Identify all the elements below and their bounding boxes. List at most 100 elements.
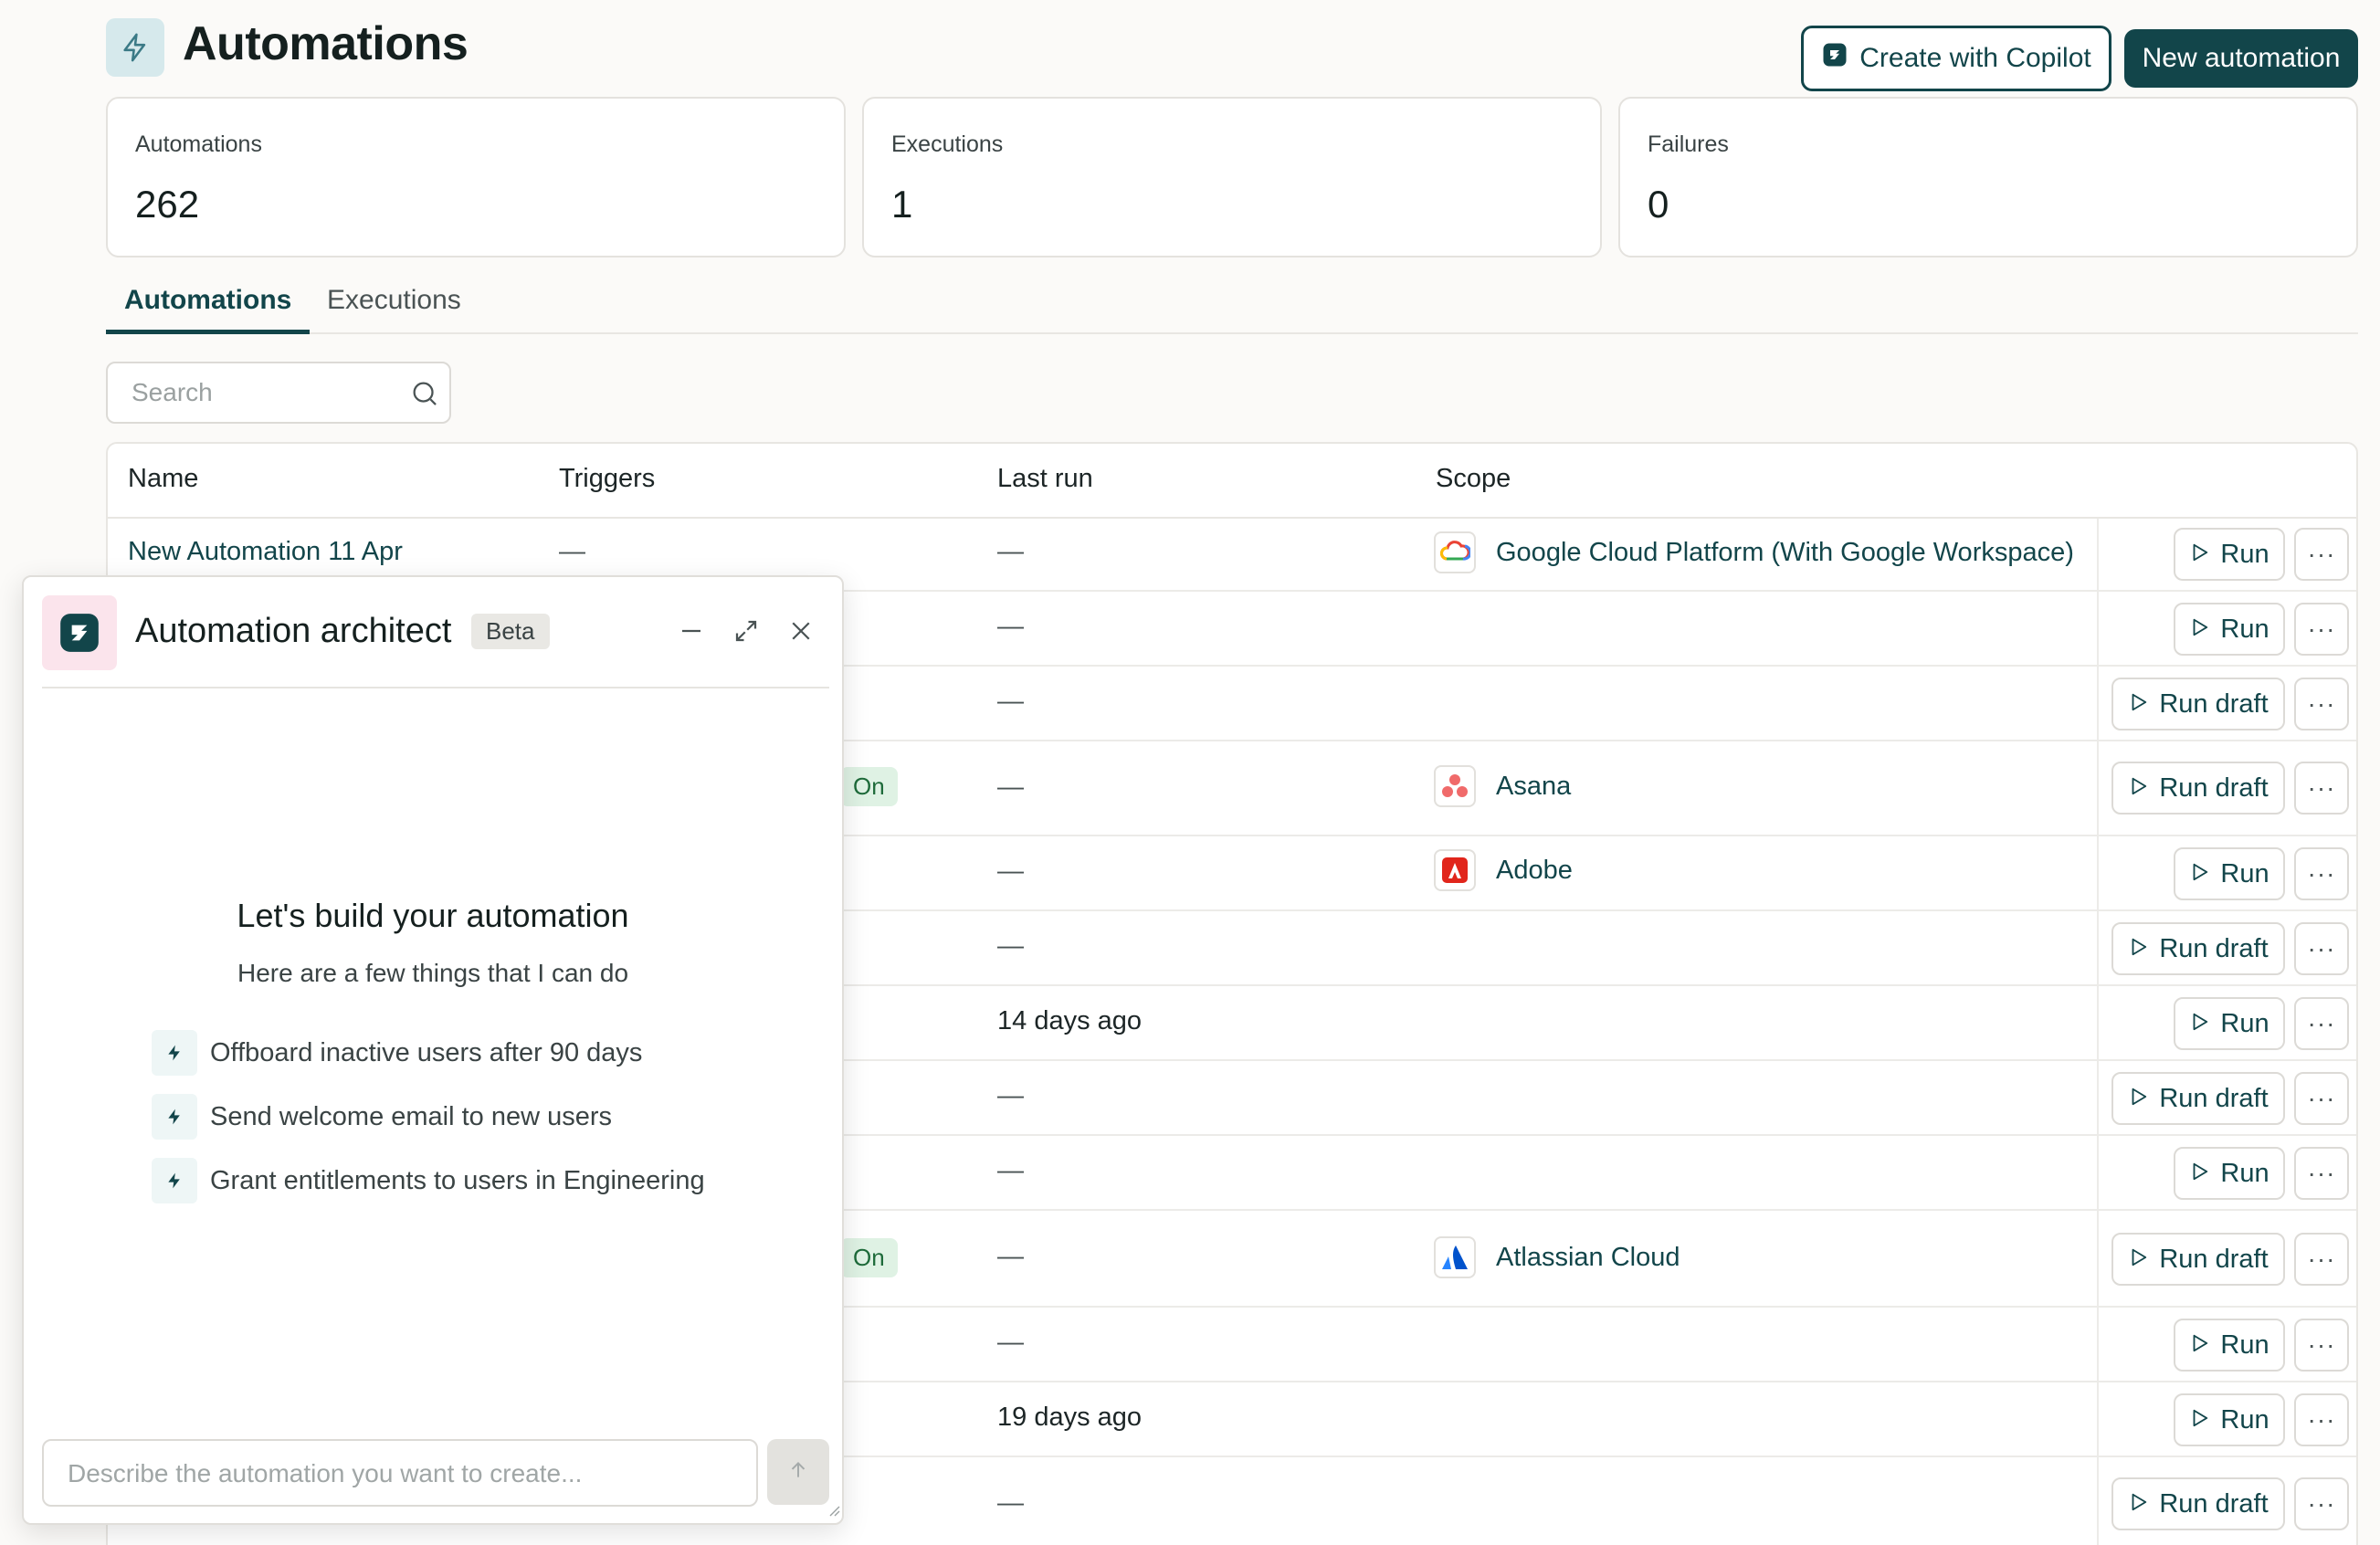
run-button-label: Run bbox=[2220, 539, 2269, 569]
run-button-label: Run draft bbox=[2159, 1488, 2269, 1519]
last-run-cell: — bbox=[997, 687, 1024, 716]
last-run-cell: — bbox=[997, 612, 1024, 641]
run-button-label: Run bbox=[2220, 614, 2269, 644]
composer-box bbox=[42, 1439, 758, 1507]
automation-prompt-input[interactable] bbox=[68, 1457, 725, 1490]
more-actions-button[interactable]: ··· bbox=[2294, 997, 2349, 1050]
play-icon bbox=[2128, 1084, 2148, 1114]
more-actions-button[interactable]: ··· bbox=[2294, 678, 2349, 730]
tab-bar: Automations Executions bbox=[106, 285, 2358, 334]
column-header-last-run[interactable]: Last run bbox=[997, 464, 1093, 494]
column-header-name[interactable]: Name bbox=[128, 464, 198, 494]
trigger-status-badge: On bbox=[840, 1238, 898, 1277]
play-icon bbox=[2189, 540, 2209, 570]
lightning-icon bbox=[152, 1158, 197, 1203]
run-draft-button[interactable]: Run draft bbox=[2111, 922, 2285, 975]
panel-divider bbox=[42, 687, 829, 688]
last-run-cell: — bbox=[997, 1488, 1024, 1518]
run-button[interactable]: Run bbox=[2174, 847, 2285, 900]
suggestion-item[interactable]: Offboard inactive users after 90 days bbox=[152, 1030, 642, 1076]
run-button[interactable]: Run bbox=[2174, 1319, 2285, 1372]
beta-badge: Beta bbox=[471, 614, 550, 649]
run-button[interactable]: Run bbox=[2174, 603, 2285, 656]
resize-handle-icon[interactable] bbox=[826, 1502, 840, 1521]
more-actions-button[interactable]: ··· bbox=[2294, 528, 2349, 581]
run-button-label: Run bbox=[2220, 1158, 2269, 1188]
run-button-label: Run draft bbox=[2159, 772, 2269, 803]
trigger-status-badge: On bbox=[840, 767, 898, 806]
suggestion-label: Send welcome email to new users bbox=[210, 1101, 613, 1131]
stat-value: 1 bbox=[891, 183, 913, 226]
more-actions-button[interactable]: ··· bbox=[2294, 603, 2349, 656]
run-button-label: Run draft bbox=[2159, 1083, 2269, 1113]
scope-cell[interactable]: Asana bbox=[1434, 765, 1571, 807]
stat-card-executions: Executions 1 bbox=[862, 97, 1602, 258]
more-actions-button[interactable]: ··· bbox=[2294, 1147, 2349, 1200]
run-button-label: Run bbox=[2220, 858, 2269, 888]
play-icon bbox=[2189, 615, 2209, 645]
more-actions-button[interactable]: ··· bbox=[2294, 1393, 2349, 1446]
lightning-icon bbox=[152, 1094, 197, 1140]
run-draft-button[interactable]: Run draft bbox=[2111, 678, 2285, 730]
run-button-label: Run bbox=[2220, 1008, 2269, 1038]
new-automation-button[interactable]: New automation bbox=[2124, 29, 2358, 88]
column-header-triggers[interactable]: Triggers bbox=[559, 464, 655, 494]
copilot-logo-icon bbox=[42, 595, 117, 670]
tab-executions[interactable]: Executions bbox=[309, 285, 479, 334]
play-icon bbox=[2128, 934, 2148, 964]
run-button[interactable]: Run bbox=[2174, 528, 2285, 581]
send-button[interactable] bbox=[767, 1439, 829, 1505]
more-actions-button[interactable]: ··· bbox=[2294, 847, 2349, 900]
last-run-cell: — bbox=[997, 1081, 1024, 1110]
more-actions-button[interactable]: ··· bbox=[2294, 1072, 2349, 1125]
run-draft-button[interactable]: Run draft bbox=[2111, 1072, 2285, 1125]
column-header-scope[interactable]: Scope bbox=[1436, 464, 1511, 494]
run-button-label: Run draft bbox=[2159, 1244, 2269, 1274]
run-button-label: Run bbox=[2220, 1330, 2269, 1360]
stat-label: Failures bbox=[1648, 131, 1729, 157]
stat-label: Automations bbox=[135, 131, 262, 157]
last-run-cell: — bbox=[997, 857, 1024, 886]
more-actions-button[interactable]: ··· bbox=[2294, 1233, 2349, 1286]
search-input[interactable] bbox=[132, 374, 405, 411]
scope-label: Google Cloud Platform (With Google Works… bbox=[1496, 537, 2074, 567]
stat-label: Executions bbox=[891, 131, 1004, 157]
play-icon bbox=[2128, 1489, 2148, 1519]
scope-label: Asana bbox=[1496, 771, 1572, 801]
suggestion-label: Offboard inactive users after 90 days bbox=[210, 1037, 643, 1067]
suggestion-item[interactable]: Send welcome email to new users bbox=[152, 1094, 612, 1140]
more-actions-button[interactable]: ··· bbox=[2294, 1477, 2349, 1530]
run-draft-button[interactable]: Run draft bbox=[2111, 1477, 2285, 1530]
run-button[interactable]: Run bbox=[2174, 1393, 2285, 1446]
tab-automations[interactable]: Automations bbox=[106, 285, 311, 334]
run-button[interactable]: Run bbox=[2174, 997, 2285, 1050]
play-icon bbox=[2189, 859, 2209, 889]
suggestion-label: Grant entitlements to users in Engineeri… bbox=[210, 1165, 705, 1195]
close-icon[interactable] bbox=[787, 617, 815, 649]
search-box bbox=[106, 362, 451, 424]
run-button[interactable]: Run bbox=[2174, 1147, 2285, 1200]
last-run-cell: — bbox=[997, 537, 1024, 566]
create-with-copilot-button[interactable]: Create with Copilot bbox=[1801, 26, 2111, 91]
run-draft-button[interactable]: Run draft bbox=[2111, 1233, 2285, 1286]
more-actions-button[interactable]: ··· bbox=[2294, 922, 2349, 975]
expand-icon[interactable] bbox=[732, 617, 760, 649]
stat-card-failures: Failures 0 bbox=[1618, 97, 2358, 258]
play-icon bbox=[2128, 1245, 2148, 1275]
scope-label: Atlassian Cloud bbox=[1496, 1242, 1680, 1272]
scope-cell[interactable]: Google Cloud Platform (With Google Works… bbox=[1434, 531, 2074, 573]
last-run-cell: 19 days ago bbox=[997, 1403, 1143, 1432]
more-actions-button[interactable]: ··· bbox=[2294, 1319, 2349, 1372]
lightning-icon bbox=[152, 1030, 197, 1076]
more-actions-button[interactable]: ··· bbox=[2294, 762, 2349, 815]
scope-label: Adobe bbox=[1496, 855, 1573, 885]
search-icon[interactable] bbox=[409, 378, 440, 414]
run-draft-button[interactable]: Run draft bbox=[2111, 762, 2285, 815]
automation-name-link[interactable]: New Automation 11 Apr bbox=[128, 537, 403, 567]
suggestion-item[interactable]: Grant entitlements to users in Engineeri… bbox=[152, 1158, 705, 1203]
scope-cell[interactable]: Adobe bbox=[1434, 849, 1573, 891]
minimize-icon[interactable] bbox=[678, 617, 705, 649]
scope-cell[interactable]: Atlassian Cloud bbox=[1434, 1236, 1680, 1278]
last-run-cell: — bbox=[997, 1328, 1024, 1357]
google-cloud-logo-icon bbox=[1434, 531, 1476, 573]
